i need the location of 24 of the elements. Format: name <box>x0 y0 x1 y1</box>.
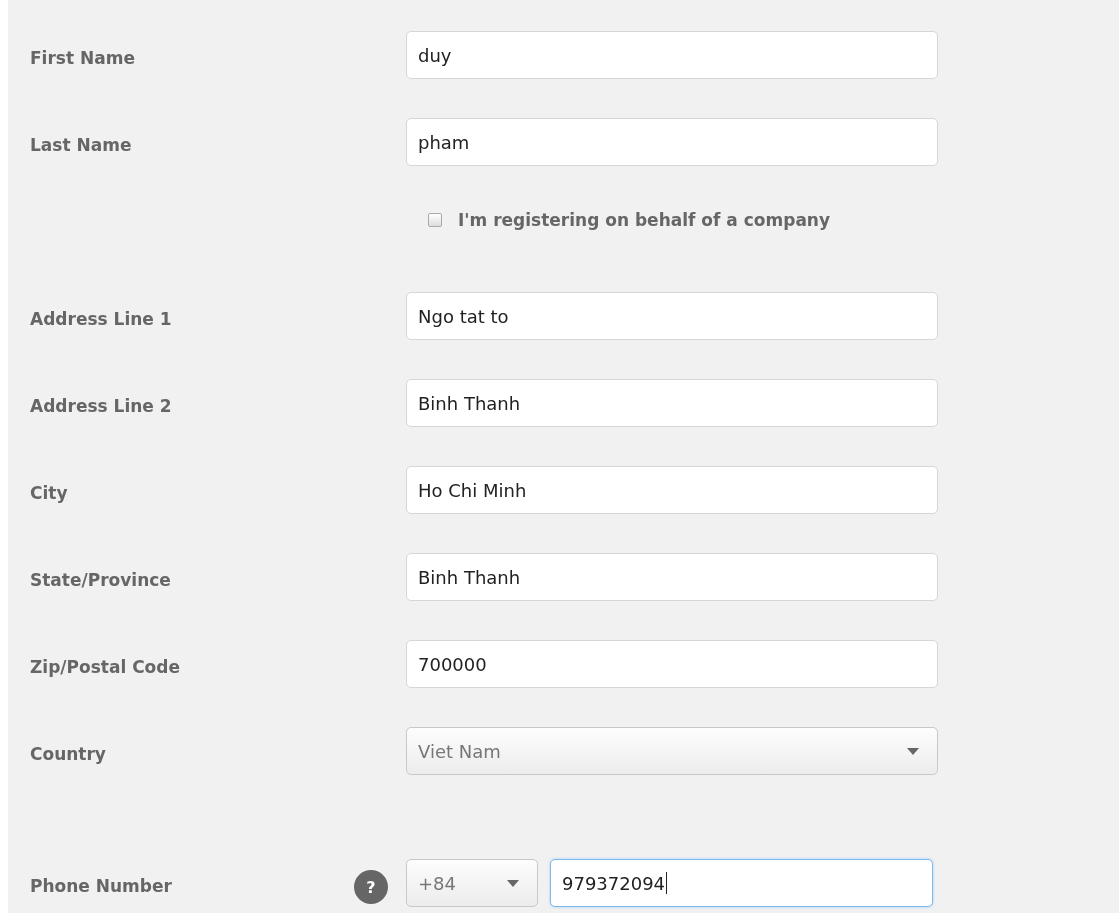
checkbox-label: I'm registering on behalf of a company <box>458 210 831 230</box>
country-code-dropdown[interactable]: +84 <box>406 859 538 907</box>
text-field[interactable]: 700000 <box>406 640 938 688</box>
text-field[interactable]: Binh Thanh <box>406 379 938 427</box>
field-label: State/Province <box>30 570 171 590</box>
phone-field[interactable]: 979372094 <box>550 859 933 907</box>
field-label: Address Line 2 <box>30 396 172 416</box>
caret-icon <box>507 879 519 887</box>
text-field[interactable]: duy <box>406 31 938 79</box>
text-field[interactable]: Ngo tat to <box>406 292 938 340</box>
field-label: City <box>30 483 68 503</box>
help-button[interactable]: ? <box>354 870 388 904</box>
text-field[interactable]: pham <box>406 118 938 166</box>
country-dropdown[interactable]: Viet Nam <box>406 727 938 775</box>
text-field[interactable]: Binh Thanh <box>406 553 938 601</box>
field-label: Country <box>30 744 106 764</box>
field-label: Phone Number <box>30 876 172 896</box>
field-label: Zip/Postal Code <box>30 657 180 677</box>
text-field[interactable]: Ho Chi Minh <box>406 466 938 514</box>
checkbox[interactable] <box>428 213 442 227</box>
field-label: Last Name <box>30 135 132 155</box>
field-label: First Name <box>30 48 135 68</box>
field-label: Address Line 1 <box>30 309 172 329</box>
caret-icon <box>907 747 919 755</box>
